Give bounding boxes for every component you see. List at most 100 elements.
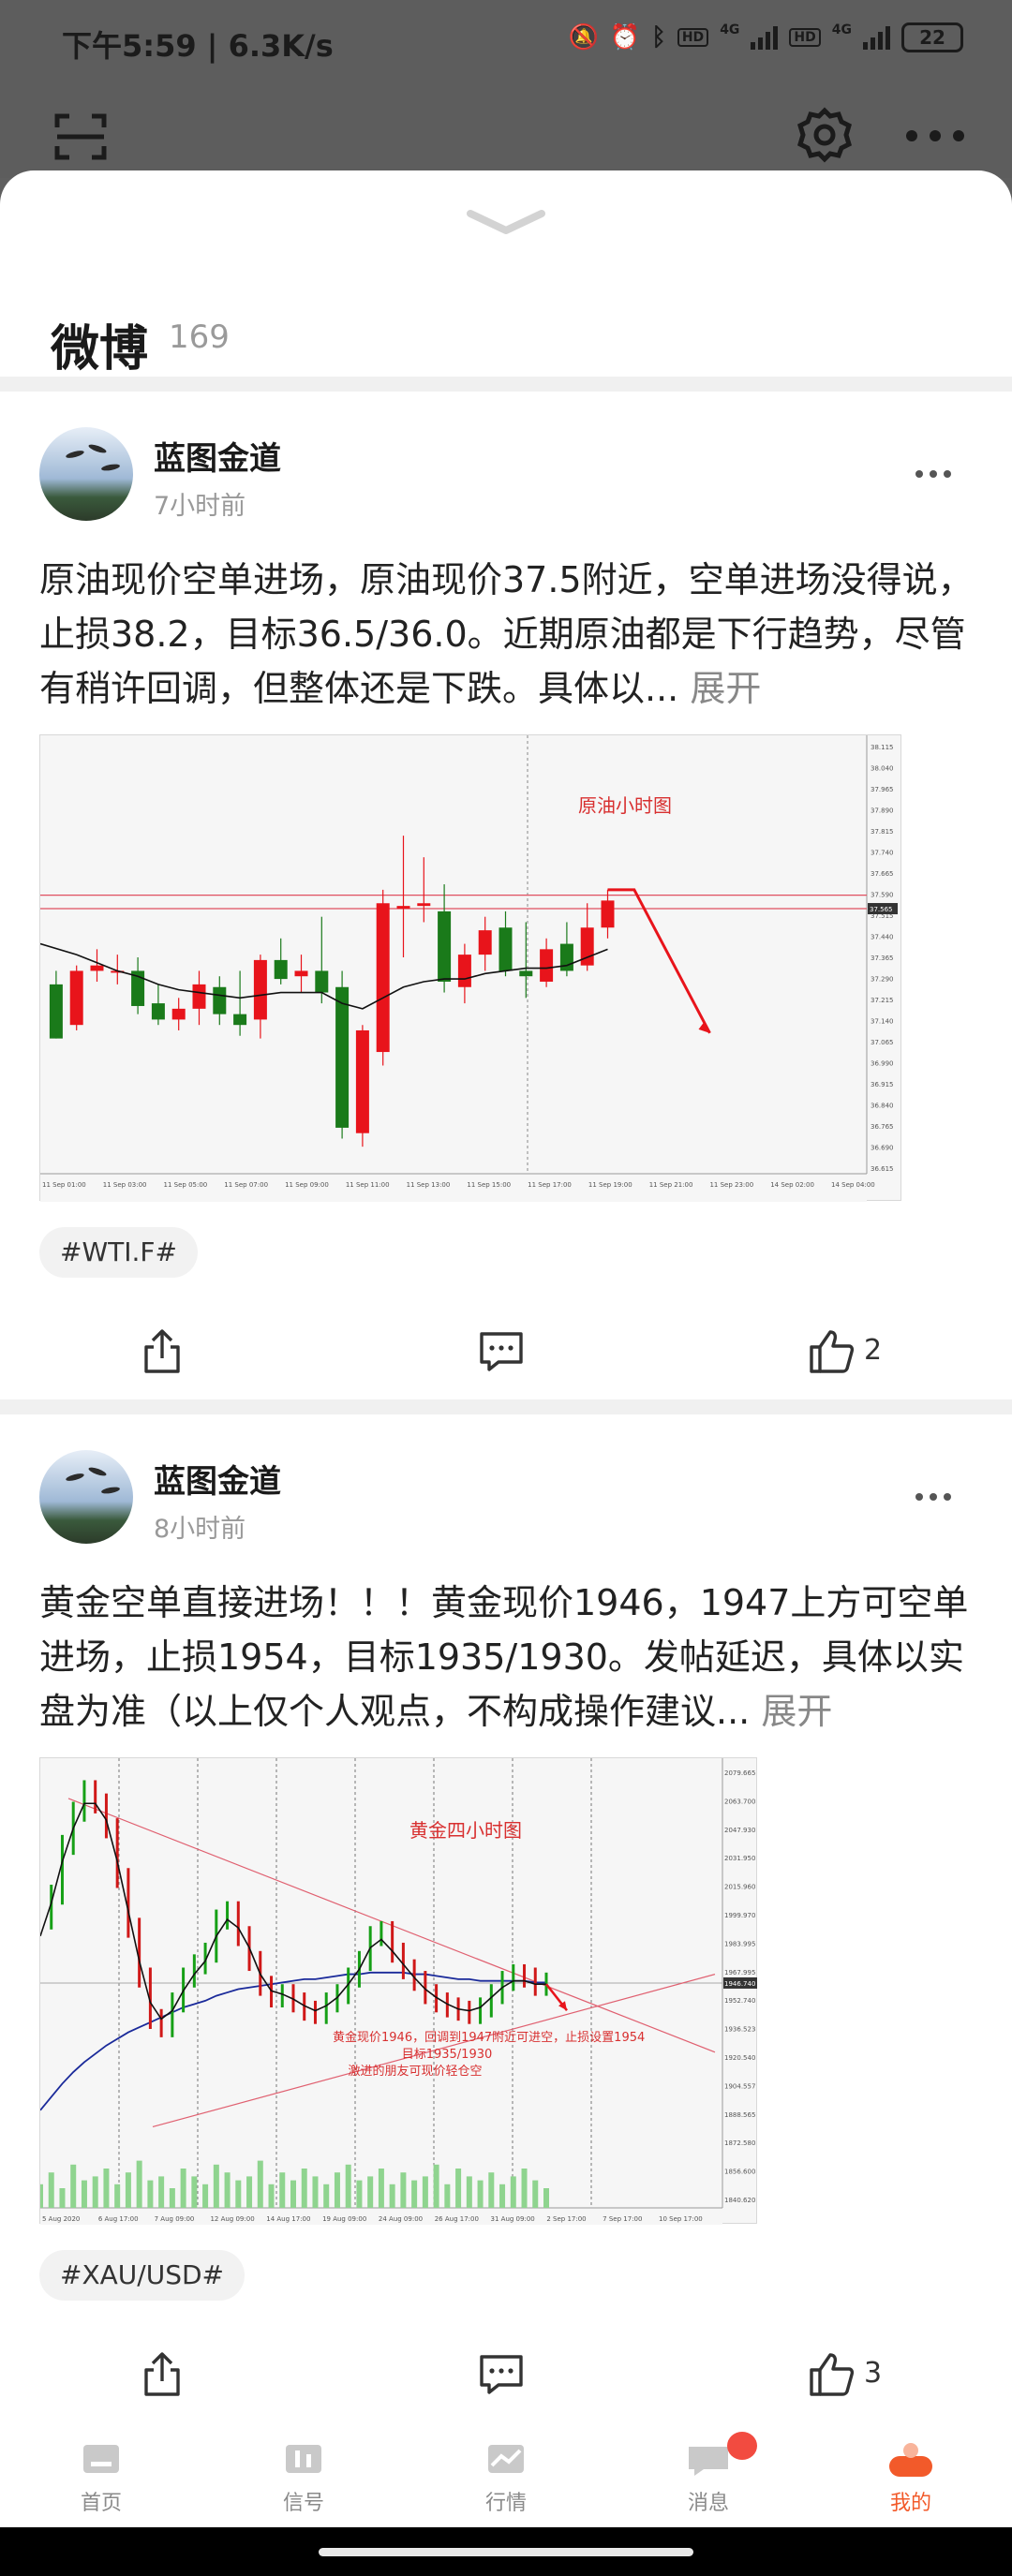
divider bbox=[0, 1399, 1012, 1414]
x-tick-label: 11 Sep 19:00 bbox=[588, 1181, 632, 1189]
y-tick-label: 36.690 bbox=[871, 1145, 894, 1152]
chart-image[interactable]: 2079.665 2063.700 2047.930 2031.950 2015.960… bbox=[37, 1757, 757, 2225]
volume-bar bbox=[543, 2188, 549, 2208]
current-price-label: 1946.740 bbox=[724, 1980, 755, 1988]
share-icon[interactable] bbox=[139, 1328, 186, 1375]
nav-message[interactable]: 消息 bbox=[643, 2447, 774, 2527]
chevron-down-icon[interactable] bbox=[467, 208, 545, 236]
home-indicator[interactable] bbox=[319, 2548, 693, 2556]
author-name[interactable]: 蓝图金道 bbox=[154, 433, 281, 479]
post-text: 黄金空单直接进场！！！黄金现价1946，1947上方可空单进场，止损1954，目… bbox=[39, 1576, 976, 1739]
y-tick-label: 37.290 bbox=[871, 976, 894, 984]
volume-bar bbox=[532, 2180, 539, 2208]
candle-body bbox=[355, 1029, 369, 1133]
volume-bar bbox=[444, 2184, 451, 2208]
volume-bar bbox=[180, 2169, 186, 2208]
post-text: 原油现价空单进场，原油现价37.5附近，空单进场没得说，止损38.2，目标36.… bbox=[39, 553, 976, 716]
volume-bar bbox=[488, 2172, 495, 2208]
chart-image[interactable]: 38.115 38.040 37.965 37.890 37.815 37.740 37.6… bbox=[39, 734, 901, 1202]
volume-bar bbox=[356, 2180, 363, 2208]
x-tick-label: 31 Aug 09:00 bbox=[491, 2215, 535, 2223]
volume-bar bbox=[147, 2180, 154, 2208]
x-tick-label: 5 Aug 2020 bbox=[42, 2215, 80, 2223]
post-more-icon[interactable] bbox=[915, 1491, 952, 1503]
y-tick-label: 2079.665 bbox=[724, 1769, 755, 1777]
volume-bar bbox=[224, 2172, 231, 2208]
y-tick-label: 2031.950 bbox=[724, 1855, 755, 1862]
candle-body bbox=[233, 1014, 247, 1026]
scan-icon[interactable] bbox=[54, 112, 107, 161]
volume-bar bbox=[422, 2176, 428, 2208]
candle-body bbox=[396, 906, 410, 910]
y-tick-label: 37.815 bbox=[871, 828, 894, 836]
candle-body bbox=[499, 927, 513, 971]
y-tick-label: 1856.600 bbox=[724, 2169, 755, 2176]
gear-icon[interactable] bbox=[796, 107, 853, 163]
avatar[interactable] bbox=[39, 1450, 133, 1544]
status-icons: 🔕 ⏰ ᛒ HD 4G HD 4G 22 bbox=[568, 22, 963, 52]
volume-bar bbox=[378, 2169, 384, 2208]
post-time: 7小时前 bbox=[154, 492, 246, 521]
candle-body bbox=[192, 984, 206, 1009]
expand-link[interactable]: 展开 bbox=[690, 668, 761, 709]
volume-bar bbox=[268, 2184, 275, 2208]
like-icon[interactable] bbox=[808, 2351, 855, 2398]
post-more-icon[interactable] bbox=[915, 468, 952, 480]
candle-body bbox=[171, 1008, 186, 1020]
y-tick-label: 1967.995 bbox=[724, 1969, 755, 1976]
chart-annotation: 目标1935/1930 bbox=[402, 2048, 493, 2062]
author-name[interactable]: 蓝图金道 bbox=[154, 1456, 281, 1502]
volume-bar bbox=[37, 2184, 43, 2208]
x-tick-label: 10 Sep 17:00 bbox=[659, 2215, 703, 2223]
chart-annotation: 黄金现价1946，回调到1947附近可进空，止损设置1954 bbox=[333, 2030, 645, 2045]
chart-title: 黄金四小时图 bbox=[409, 1819, 522, 1842]
like-count: 3 bbox=[864, 2357, 883, 2390]
bottom-sheet: 微博 169 蓝图金道 7小时前 原油现价空单进场，原油现价37.5附近，空单进… bbox=[0, 170, 1012, 2456]
expand-link[interactable]: 展开 bbox=[761, 1691, 832, 1732]
candle-body bbox=[90, 965, 104, 971]
volume-bar bbox=[499, 2184, 506, 2208]
volume-bar bbox=[125, 2172, 131, 2208]
nav-label: 消息 bbox=[687, 2492, 729, 2515]
candle-body bbox=[457, 955, 471, 987]
comment-icon[interactable] bbox=[478, 1328, 525, 1375]
nav-signal[interactable]: 信号 bbox=[238, 2445, 369, 2527]
mute-icon: 🔕 bbox=[568, 23, 599, 52]
x-tick-label: 24 Aug 09:00 bbox=[379, 2215, 423, 2223]
post-card[interactable]: 蓝图金道 8小时前 黄金空单直接进场！！！黄金现价1946，1947上方可空单进… bbox=[0, 1414, 1012, 2445]
like-icon[interactable] bbox=[808, 1328, 855, 1375]
topic-tag[interactable]: #WTI.F# bbox=[39, 1227, 198, 1278]
volume-bar bbox=[202, 2184, 209, 2208]
x-tick-label: 11 Sep 07:00 bbox=[224, 1181, 268, 1189]
post-card[interactable]: 蓝图金道 7小时前 原油现价空单进场，原油现价37.5附近，空单进场没得说，止损… bbox=[0, 392, 1012, 1568]
comment-icon[interactable] bbox=[478, 2351, 525, 2398]
volume-bar bbox=[48, 2172, 54, 2208]
volume-bar bbox=[136, 2160, 142, 2208]
nav-label: 行情 bbox=[484, 2492, 527, 2515]
nav-home[interactable]: 首页 bbox=[36, 2445, 167, 2527]
avatar[interactable] bbox=[39, 427, 133, 521]
chart-title: 原油小时图 bbox=[578, 794, 672, 817]
y-tick-label: 1904.557 bbox=[724, 2082, 755, 2090]
nav-market[interactable]: 行情 bbox=[440, 2445, 572, 2527]
avatar-bird-shape bbox=[65, 449, 85, 460]
y-tick-label: 2015.960 bbox=[724, 1884, 755, 1891]
oil-candlestick-chart: 38.115 38.040 37.965 37.890 37.815 37.740 37.6… bbox=[39, 735, 898, 1202]
avatar-bird-shape bbox=[100, 463, 121, 472]
volume-bar bbox=[323, 2184, 330, 2208]
y-tick-label: 1936.523 bbox=[724, 2026, 755, 2034]
nav-profile[interactable]: 我的 bbox=[845, 2443, 976, 2527]
x-tick-label: 14 Aug 17:00 bbox=[266, 2215, 310, 2223]
x-tick-label: 11 Sep 01:00 bbox=[42, 1181, 86, 1189]
topic-tag[interactable]: #XAU/USD# bbox=[39, 2250, 246, 2301]
share-icon[interactable] bbox=[139, 2351, 186, 2398]
candle-body bbox=[540, 949, 554, 982]
system-nav-bar bbox=[0, 2527, 1012, 2576]
volume-bar bbox=[191, 2176, 198, 2208]
candle-body bbox=[417, 903, 431, 907]
x-tick-label: 7 Aug 09:00 bbox=[155, 2215, 195, 2223]
notification-badge bbox=[727, 2432, 757, 2460]
x-tick-label: 11 Sep 03:00 bbox=[103, 1181, 147, 1189]
more-icon[interactable] bbox=[905, 129, 965, 142]
candle-body bbox=[274, 959, 288, 980]
